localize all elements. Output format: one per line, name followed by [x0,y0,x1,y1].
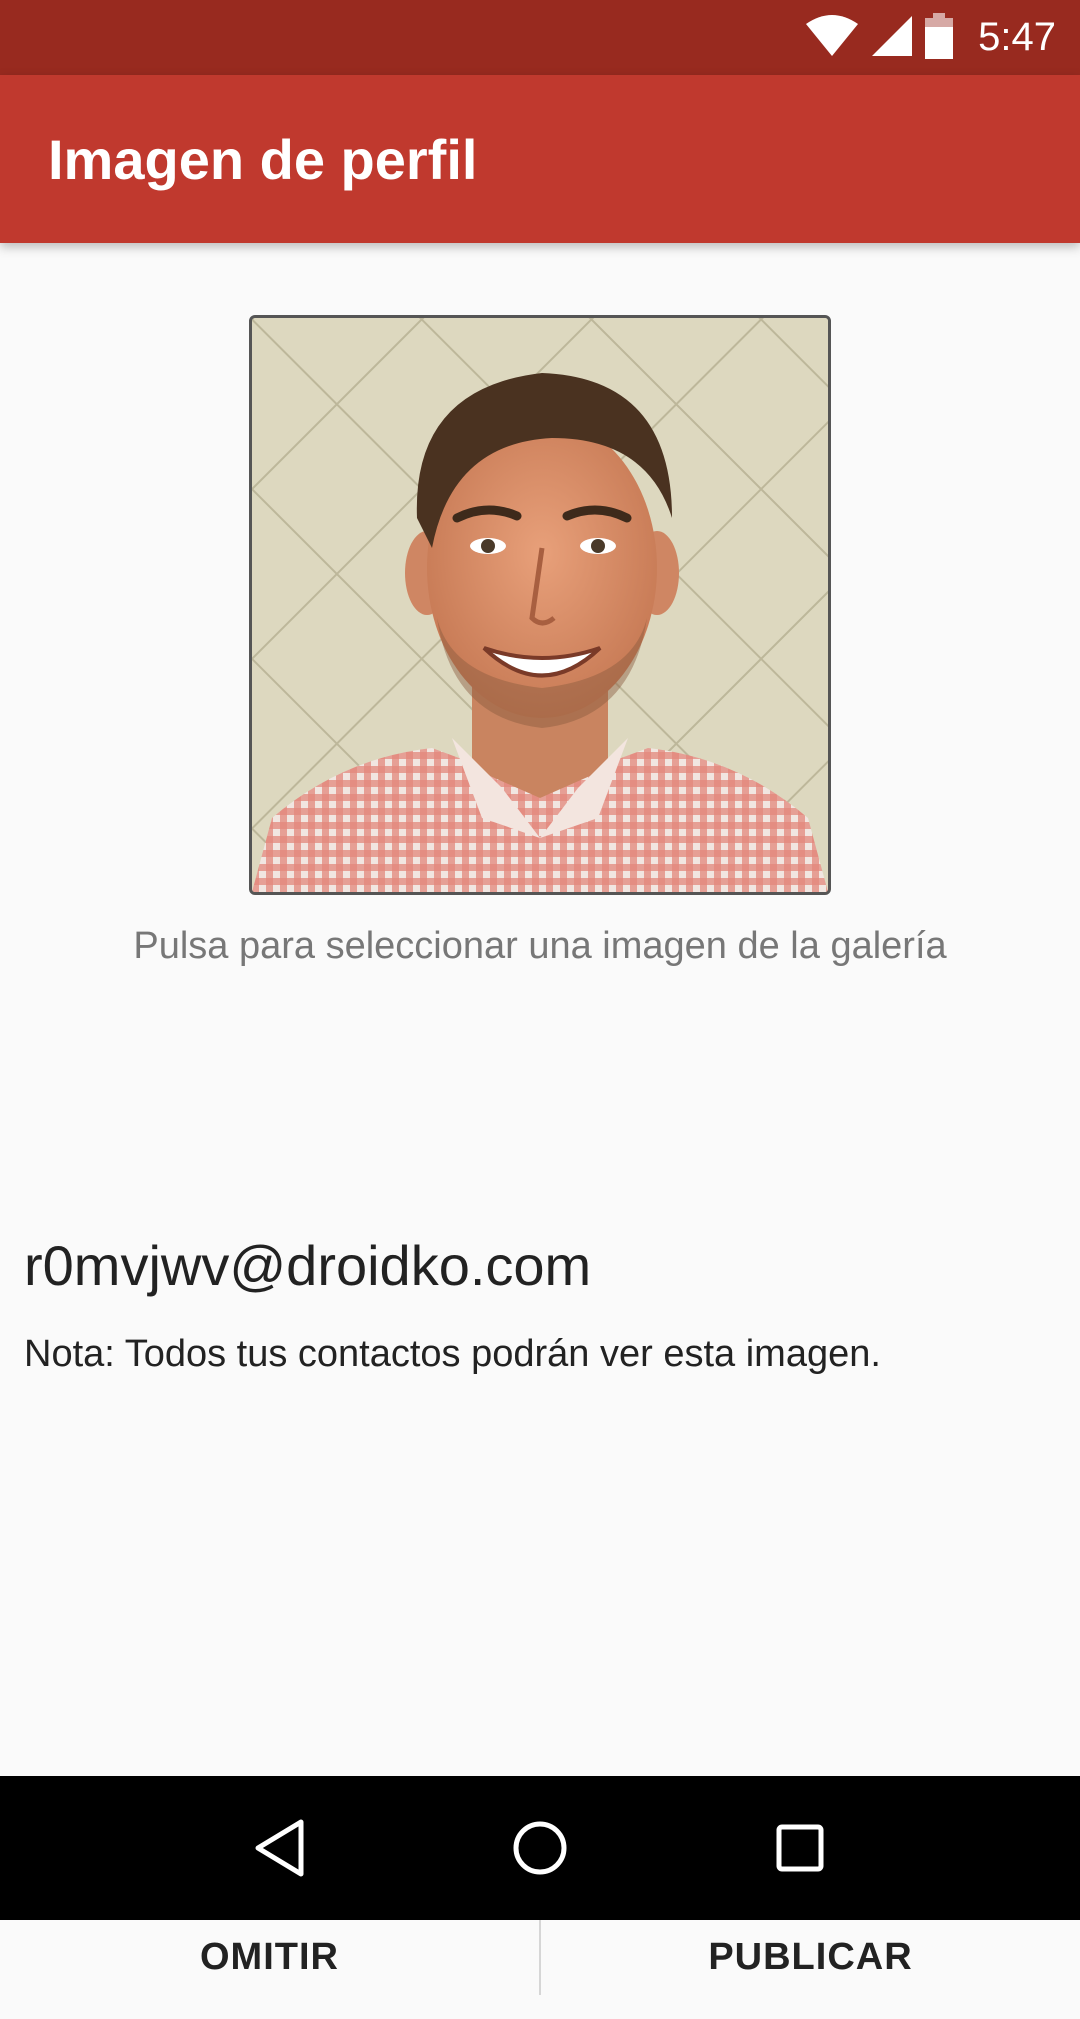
app-bar: Imagen de perfil [0,75,1080,243]
page-title: Imagen de perfil [48,127,478,191]
back-icon[interactable] [240,1808,320,1888]
pick-image-hint[interactable]: Pulsa para seleccionar una imagen de la … [0,925,1080,968]
recents-icon[interactable] [760,1808,840,1888]
profile-content: Pulsa para seleccionar una imagen de la … [0,243,1080,1995]
status-bar: 5:47 [0,0,1080,75]
home-icon[interactable] [500,1808,580,1888]
wifi-icon [804,14,860,62]
account-email: r0mvjwv@droidko.com [24,1234,592,1297]
profile-photo[interactable] [249,315,831,895]
status-time: 5:47 [978,15,1056,59]
profile-photo-image [252,318,828,892]
battery-icon [924,12,954,63]
cell-signal-icon [870,14,914,62]
visibility-note: Nota: Todos tus contactos podrán ver est… [24,1333,881,1375]
navigation-bar [0,1776,1080,1920]
status-icons: 5:47 [804,0,1056,75]
